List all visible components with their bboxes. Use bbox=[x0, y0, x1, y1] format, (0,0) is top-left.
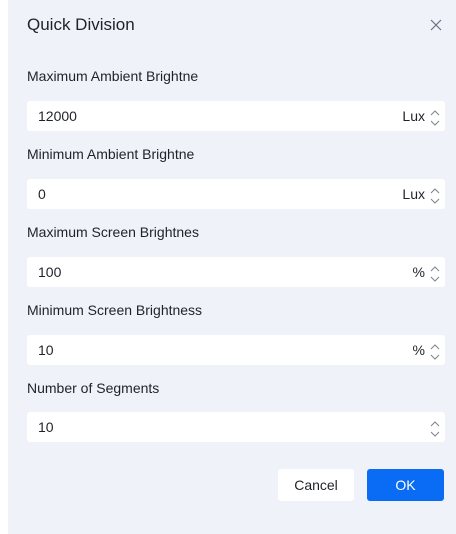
min-screen-brightness-spinner[interactable] bbox=[428, 339, 442, 361]
close-icon-glyph bbox=[430, 19, 442, 31]
min-screen-brightness-label: Minimum Screen Brightness bbox=[27, 302, 203, 318]
increment-icon[interactable] bbox=[428, 105, 442, 116]
decrement-icon[interactable] bbox=[428, 272, 442, 283]
max-ambient-brightness-input[interactable]: 12000 Lux bbox=[27, 101, 445, 131]
max-ambient-brightness-unit: Lux bbox=[402, 108, 425, 124]
decrement-icon[interactable] bbox=[428, 350, 442, 361]
min-ambient-brightness-label: Minimum Ambient Brightne bbox=[27, 146, 195, 162]
increment-icon[interactable] bbox=[428, 416, 442, 427]
ok-button[interactable]: OK bbox=[367, 469, 444, 501]
decrement-icon[interactable] bbox=[428, 427, 442, 438]
close-icon[interactable] bbox=[426, 15, 446, 35]
max-screen-brightness-unit: % bbox=[412, 264, 425, 280]
min-ambient-brightness-value[interactable]: 0 bbox=[38, 179, 46, 209]
min-ambient-brightness-spinner[interactable] bbox=[428, 183, 442, 205]
increment-icon[interactable] bbox=[428, 183, 442, 194]
min-screen-brightness-input[interactable]: 10 % bbox=[27, 335, 445, 365]
decrement-icon[interactable] bbox=[428, 194, 442, 205]
quick-division-dialog: Quick Division Maximum Ambient Brightne … bbox=[8, 0, 456, 534]
min-ambient-brightness-input[interactable]: 0 Lux bbox=[27, 179, 445, 209]
min-screen-brightness-unit: % bbox=[412, 342, 425, 358]
decrement-icon[interactable] bbox=[428, 116, 442, 127]
increment-icon[interactable] bbox=[428, 261, 442, 272]
max-screen-brightness-spinner[interactable] bbox=[428, 261, 442, 283]
number-of-segments-value[interactable]: 10 bbox=[38, 412, 54, 442]
number-of-segments-spinner[interactable] bbox=[428, 416, 442, 438]
max-ambient-brightness-spinner[interactable] bbox=[428, 105, 442, 127]
max-screen-brightness-value[interactable]: 100 bbox=[38, 257, 61, 287]
number-of-segments-input[interactable]: 10 bbox=[27, 412, 445, 442]
min-screen-brightness-value[interactable]: 10 bbox=[38, 335, 54, 365]
max-screen-brightness-label: Maximum Screen Brightnes bbox=[27, 224, 199, 240]
dialog-header: Quick Division bbox=[8, 0, 456, 52]
min-ambient-brightness-unit: Lux bbox=[402, 186, 425, 202]
dialog-title: Quick Division bbox=[27, 15, 135, 34]
max-ambient-brightness-value[interactable]: 12000 bbox=[38, 101, 77, 131]
max-ambient-brightness-label: Maximum Ambient Brightne bbox=[27, 68, 199, 84]
max-screen-brightness-input[interactable]: 100 % bbox=[27, 257, 445, 287]
number-of-segments-label: Number of Segments bbox=[27, 380, 160, 396]
increment-icon[interactable] bbox=[428, 339, 442, 350]
cancel-button[interactable]: Cancel bbox=[278, 469, 354, 501]
